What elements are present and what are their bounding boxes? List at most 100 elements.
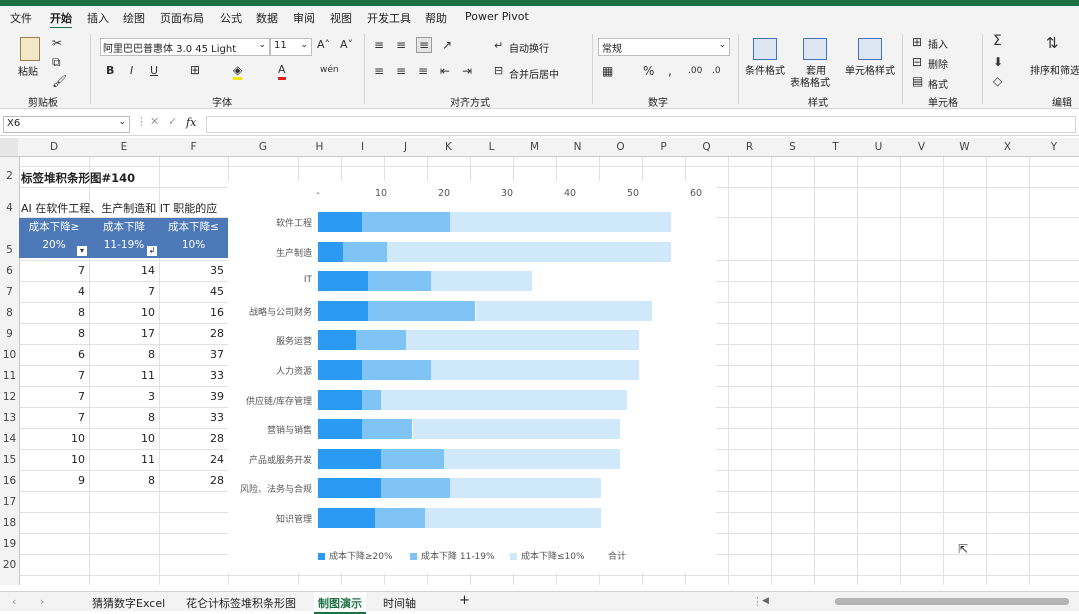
header-cell-d[interactable]: 成本下降≥ 20% ▾ xyxy=(19,218,89,258)
bar-segment[interactable] xyxy=(318,508,375,528)
table-cell[interactable]: 10 xyxy=(95,432,155,445)
font-size-select[interactable]: 11 ⌄ xyxy=(270,38,312,56)
table-cell[interactable]: 28 xyxy=(164,432,224,445)
bar-segment[interactable] xyxy=(412,419,621,440)
increase-font-icon[interactable]: A˄ xyxy=(317,38,330,52)
bar-segment[interactable] xyxy=(450,212,671,232)
hscroll-left-icon[interactable]: ◀ xyxy=(762,596,769,606)
menu-review[interactable]: 审阅 xyxy=(293,10,315,26)
table-cell[interactable]: 33 xyxy=(164,369,224,382)
copy-icon[interactable]: ⧉ xyxy=(52,55,61,69)
row-header[interactable]: 8 xyxy=(0,307,19,319)
table-cell[interactable]: 7 xyxy=(25,411,85,424)
menu-insert[interactable]: 插入 xyxy=(87,10,109,26)
table-cell[interactable]: 39 xyxy=(164,390,224,403)
bar-segment[interactable] xyxy=(318,478,381,499)
legend-item-total[interactable]: 合计 xyxy=(608,549,626,562)
conditional-format-button[interactable]: 条件格式 xyxy=(745,62,785,77)
clear-icon[interactable]: ◇ xyxy=(993,74,1002,88)
bold-button[interactable]: B xyxy=(106,64,114,78)
menu-power-pivot[interactable]: Power Pivot xyxy=(465,10,529,23)
column-header[interactable]: D xyxy=(19,141,89,153)
row-header[interactable]: 13 xyxy=(0,412,19,424)
add-sheet-button[interactable]: + xyxy=(459,593,470,608)
table-cell[interactable]: 11 xyxy=(95,369,155,382)
table-cell[interactable]: 4 xyxy=(25,285,85,298)
border-icon[interactable]: ⊞ xyxy=(190,63,200,77)
decrease-font-icon[interactable]: A˅ xyxy=(340,38,353,52)
increase-indent-icon[interactable]: ⇥ xyxy=(462,64,472,78)
legend-item[interactable]: 成本下降 11-19% xyxy=(410,549,495,562)
bar-segment[interactable] xyxy=(362,419,413,440)
table-cell[interactable]: 7 xyxy=(25,369,85,382)
column-header[interactable]: P xyxy=(642,141,685,153)
format-cells-icon[interactable]: ▤ xyxy=(912,74,923,88)
decrease-decimal-icon[interactable]: .0 xyxy=(712,64,721,78)
table-cell[interactable]: 45 xyxy=(164,285,224,298)
delete-cells-icon[interactable]: ⊟ xyxy=(912,55,922,69)
increase-decimal-icon[interactable]: .00 xyxy=(688,64,702,78)
column-header[interactable]: F xyxy=(159,141,228,153)
table-cell[interactable]: 7 xyxy=(95,285,155,298)
row-header[interactable]: 18 xyxy=(0,517,19,529)
bar-segment[interactable] xyxy=(374,508,426,528)
column-header[interactable]: R xyxy=(728,141,771,153)
horizontal-scrollbar-thumb[interactable] xyxy=(835,598,1069,605)
cut-icon[interactable]: ✂ xyxy=(52,36,62,50)
bar-segment[interactable] xyxy=(318,330,356,351)
paste-icon[interactable] xyxy=(20,37,40,61)
bar-segment[interactable] xyxy=(425,508,602,528)
table-cell[interactable]: 8 xyxy=(95,411,155,424)
insert-cells-icon[interactable]: ⊞ xyxy=(912,35,922,49)
menu-file[interactable]: 文件 xyxy=(10,10,32,26)
row-header[interactable]: 5 xyxy=(0,244,19,256)
bar-segment[interactable] xyxy=(362,212,451,232)
column-header[interactable]: L xyxy=(470,141,513,153)
bar-segment[interactable] xyxy=(362,360,432,380)
bar-segment[interactable] xyxy=(343,241,388,262)
bar-segment[interactable] xyxy=(406,330,640,351)
bar-segment[interactable] xyxy=(318,448,381,469)
column-header[interactable]: G xyxy=(228,141,298,153)
sheet-tab[interactable]: 时间轴 xyxy=(383,595,416,611)
sheet-tab[interactable]: 猜猜数字Excel xyxy=(92,595,165,611)
bar-segment[interactable] xyxy=(431,360,640,380)
table-cell[interactable]: 6 xyxy=(25,348,85,361)
font-color-icon[interactable]: A xyxy=(278,63,286,80)
table-cell[interactable]: 24 xyxy=(164,453,224,466)
bar-segment[interactable] xyxy=(381,448,444,469)
table-cell[interactable]: 33 xyxy=(164,411,224,424)
table-cell[interactable]: 7 xyxy=(25,264,85,277)
italic-button[interactable]: I xyxy=(130,64,133,78)
autosum-icon[interactable]: Σ xyxy=(993,34,1002,48)
delete-cells-button[interactable]: 删除 xyxy=(928,56,948,71)
table-format-icon[interactable] xyxy=(803,38,827,60)
column-header[interactable]: N xyxy=(556,141,599,153)
table-cell[interactable]: 28 xyxy=(164,327,224,340)
merge-center-button[interactable]: 合并后居中 xyxy=(509,66,559,81)
sort-filter-icon[interactable]: ⇅ xyxy=(1046,36,1059,51)
bar-segment[interactable] xyxy=(318,300,369,321)
align-top-icon[interactable]: ≡ xyxy=(374,38,384,52)
table-cell[interactable]: 3 xyxy=(95,390,155,403)
table-cell[interactable]: 8 xyxy=(25,327,85,340)
fill-icon[interactable]: ⬇ xyxy=(993,55,1003,69)
name-box[interactable]: X6 ⌄ xyxy=(3,116,130,133)
legend-item[interactable]: 成本下降≤10% xyxy=(510,549,585,562)
font-name-select[interactable]: 阿里巴巴普惠体 3.0 45 Light ⌄ xyxy=(100,38,270,56)
align-middle-icon[interactable]: ≡ xyxy=(396,38,406,52)
table-cell[interactable]: 8 xyxy=(25,306,85,319)
sort-filter-button[interactable]: 排序和筛选 xyxy=(1030,62,1079,77)
column-header[interactable]: Q xyxy=(685,141,728,153)
percent-button[interactable]: % xyxy=(643,64,654,78)
column-header[interactable]: H xyxy=(298,141,341,153)
format-painter-icon[interactable]: 🖌 xyxy=(52,74,67,88)
table-cell[interactable]: 8 xyxy=(95,474,155,487)
scroll-right-icon[interactable]: › xyxy=(40,595,44,608)
orientation-icon[interactable]: ↗ xyxy=(442,38,452,52)
row-header[interactable]: 7 xyxy=(0,286,19,298)
column-header[interactable]: I xyxy=(341,141,384,153)
align-center-icon[interactable]: ≡ xyxy=(396,64,406,78)
column-header[interactable]: S xyxy=(771,141,814,153)
align-right-icon[interactable]: ≡ xyxy=(418,64,428,78)
